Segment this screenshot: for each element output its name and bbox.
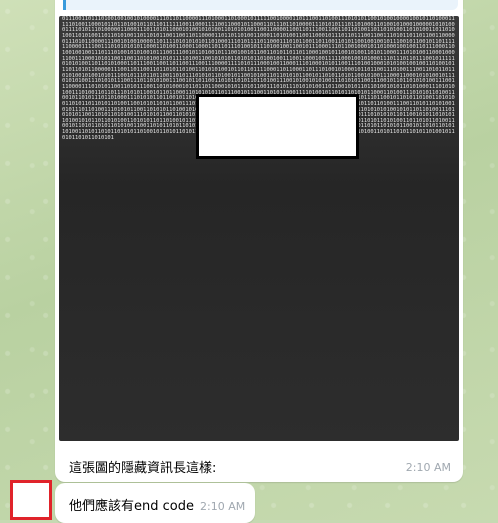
message-timestamp: 2:10 AM <box>405 461 451 474</box>
message-bubble-image[interactable]: 0111001101110100100100101000011101101100… <box>55 0 463 482</box>
reply-quote[interactable] <box>63 0 458 10</box>
avatar[interactable] <box>10 480 52 520</box>
message-caption: 這張圖的隱藏資訊長這樣: <box>69 461 217 476</box>
redaction-box <box>196 94 359 159</box>
message-timestamp: 2:10 AM <box>200 500 246 513</box>
message-photo[interactable]: 0111001101110100100100101000011101101100… <box>59 16 459 441</box>
message-bubble-text[interactable]: 他們應該有end code 2:10 AM <box>55 483 255 523</box>
message-text: 他們應該有end code <box>69 499 194 514</box>
binary-text: 0111001101110100100100101000011101101100… <box>62 16 455 141</box>
